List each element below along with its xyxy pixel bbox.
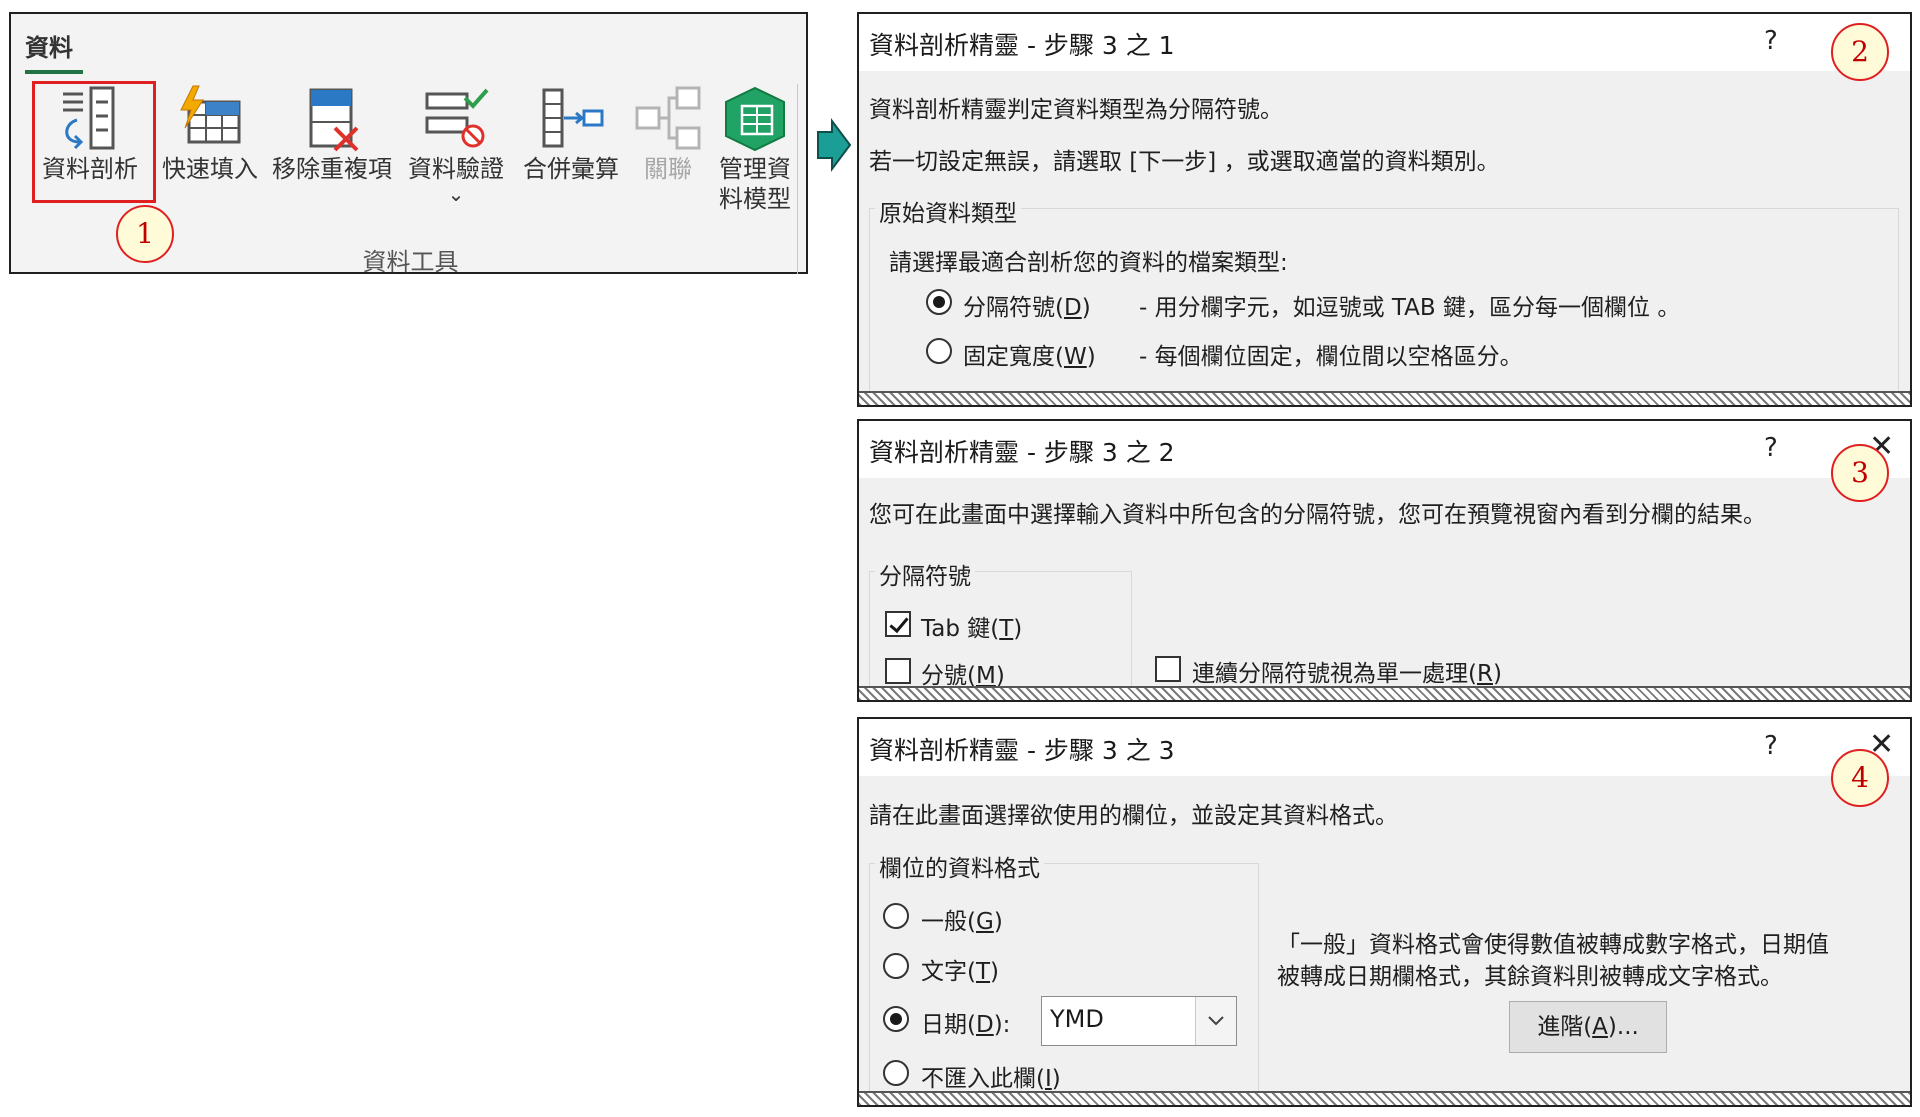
format-instruction-text: 請在此畫面選擇欲使用的欄位，並設定其資料格式。: [869, 803, 1398, 829]
fixed-width-radio[interactable]: [926, 338, 952, 364]
dialog-title: 資料剖析精靈 - 步驟 3 之 1: [869, 31, 1175, 60]
remove-duplicates-label: 移除重複項: [272, 155, 392, 183]
semicolon-checkbox[interactable]: [885, 658, 911, 684]
text-to-columns-highlight: [32, 81, 156, 203]
help-button[interactable]: ?: [1764, 26, 1778, 56]
remove-duplicates-icon: [309, 88, 359, 152]
remove-duplicates-button[interactable]: 移除重複項: [263, 84, 401, 184]
relationships-label: 關聯: [644, 155, 692, 183]
text-label[interactable]: 文字(T): [921, 952, 999, 986]
tab-checkbox-label[interactable]: Tab 鍵(T): [921, 609, 1022, 643]
general-format-info-line1: 「一般」資料格式會使得數值被轉成數字格式，日期值: [1277, 932, 1829, 958]
tab-checkbox[interactable]: [885, 611, 911, 637]
advanced-button[interactable]: 進階(A)...: [1509, 1001, 1667, 1053]
date-format-select[interactable]: YMD: [1041, 996, 1237, 1046]
text-wizard-step2-dialog: 資料剖析精靈 - 步驟 3 之 2 ? ✕ 您可在此畫面中選擇輸入資料中所包含的…: [857, 419, 1912, 702]
consolidate-button[interactable]: 合併彙算: [513, 84, 629, 184]
data-validation-icon: [425, 88, 489, 148]
step-marker-3: 3: [1831, 444, 1889, 502]
flash-fill-label: 快速填入: [162, 155, 258, 183]
tab-underline: [25, 70, 83, 74]
flash-fill-button[interactable]: 快速填入: [151, 84, 269, 184]
dropdown-arrow[interactable]: [1195, 997, 1236, 1045]
dialog-cut-edge: [859, 686, 1910, 700]
manage-data-model-label-2: 料模型: [719, 185, 791, 213]
dialog-title: 資料剖析精靈 - 步驟 3 之 3: [869, 736, 1175, 765]
relationships-button: 關聯: [625, 84, 711, 184]
consecutive-delimiters-label[interactable]: 連續分隔符號視為單一處理(R): [1192, 654, 1502, 688]
delimited-label[interactable]: 分隔符號(D): [963, 288, 1091, 322]
instruction-text: 若一切設定無誤，請選取 [下一步] ，或選取適當的資料類別。: [869, 149, 1500, 175]
data-validation-button[interactable]: 資料驗證 ⌄: [395, 84, 517, 204]
chevron-down-icon: [1208, 1016, 1224, 1026]
manage-data-model-button[interactable]: 管理資 料模型: [705, 84, 805, 214]
delimiters-legend: 分隔符號: [875, 557, 975, 591]
fixed-width-description: - 每個欄位固定，欄位間以空格區分。: [1139, 344, 1523, 370]
text-radio[interactable]: [883, 953, 909, 979]
semicolon-checkbox-label[interactable]: 分號(M): [921, 656, 1005, 690]
skip-column-radio[interactable]: [883, 1060, 909, 1086]
consolidate-icon: [542, 88, 604, 148]
date-label[interactable]: 日期(D):: [921, 1005, 1010, 1039]
dialog-title: 資料剖析精靈 - 步驟 3 之 2: [869, 438, 1175, 467]
help-button[interactable]: ?: [1764, 433, 1778, 463]
flash-fill-icon: [180, 85, 241, 144]
chevron-down-icon[interactable]: ⌄: [395, 184, 517, 204]
manage-data-model-label-1: 管理資: [719, 155, 791, 183]
date-radio[interactable]: [883, 1006, 909, 1032]
general-format-info-line2: 被轉成日期欄格式，其餘資料則被轉成文字格式。: [1277, 964, 1783, 990]
delimited-radio[interactable]: [926, 289, 952, 315]
text-wizard-step3-dialog: 資料剖析精靈 - 步驟 3 之 3 ? ✕ 請在此畫面選擇欲使用的欄位，並設定其…: [857, 717, 1912, 1107]
step-marker-1: 1: [116, 205, 174, 263]
text-wizard-step1-dialog: 資料剖析精靈 - 步驟 3 之 1 ? 資料剖析精靈判定資料類型為分隔符號。 若…: [857, 12, 1912, 407]
help-button[interactable]: ?: [1764, 731, 1778, 761]
consecutive-delimiters-checkbox[interactable]: [1155, 656, 1181, 682]
skip-column-label[interactable]: 不匯入此欄(I): [921, 1059, 1061, 1093]
file-type-prompt: 請選擇最適合剖析您的資料的檔案類型:: [889, 250, 1288, 276]
consolidate-label: 合併彙算: [523, 155, 619, 183]
data-validation-label: 資料驗證: [408, 155, 504, 183]
arrow-right-icon: [817, 118, 852, 172]
general-label[interactable]: 一般(G): [921, 902, 1003, 936]
original-data-type-legend: 原始資料類型: [875, 194, 1021, 228]
column-data-format-legend: 欄位的資料格式: [875, 849, 1044, 883]
step-marker-2: 2: [1831, 23, 1889, 81]
relationships-icon: [635, 86, 701, 150]
dialog-cut-edge: [859, 391, 1910, 405]
data-model-icon: [725, 86, 785, 152]
delimiter-instruction-text: 您可在此畫面中選擇輸入資料中所包含的分隔符號，您可在預覽視窗內看到分欄的結果。: [869, 502, 1766, 528]
dialog-cut-edge: [859, 1091, 1910, 1105]
fixed-width-label[interactable]: 固定寬度(W): [963, 337, 1096, 371]
delimited-description: - 用分欄字元，如逗號或 TAB 鍵，區分每一個欄位 。: [1139, 295, 1681, 321]
date-format-value: YMD: [1050, 1005, 1104, 1033]
general-radio[interactable]: [883, 903, 909, 929]
step-marker-4: 4: [1831, 749, 1889, 807]
detected-type-text: 資料剖析精靈判定資料類型為分隔符號。: [869, 97, 1283, 123]
data-tab[interactable]: 資料: [25, 28, 73, 63]
